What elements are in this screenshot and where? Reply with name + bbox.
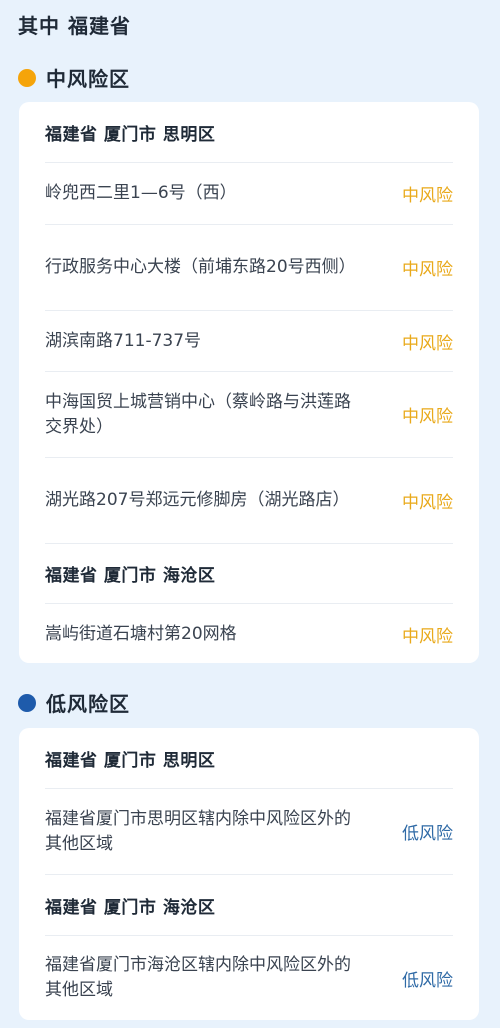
page-title: 其中 福建省 <box>18 14 131 38</box>
region-header: 福建省 厦门市 海沧区 <box>45 544 453 604</box>
low-risk-card: 福建省 厦门市 思明区 福建省厦门市思明区辖内除中风险区外的其他区域 低风险 福… <box>19 728 479 1020</box>
address-text: 行政服务中心大楼（前埔东路20号西侧） <box>45 257 356 277</box>
address-text: 嵩屿街道石塘村第20网格 <box>45 624 237 644</box>
risk-level-badge: 中风险 <box>402 407 453 427</box>
medium-risk-dot-icon <box>18 68 36 87</box>
address-text: 岭兜西二里1—6号（西） <box>45 183 237 203</box>
region-header: 福建省 厦门市 海沧区 <box>45 875 453 936</box>
section-heading-medium: 中风险区 <box>18 63 130 92</box>
risk-level-badge: 中风险 <box>402 260 453 280</box>
risk-level-badge: 中风险 <box>402 493 453 513</box>
section-heading-label: 中风险区 <box>46 67 130 91</box>
risk-level-badge: 中风险 <box>402 186 453 206</box>
risk-level-badge: 中风险 <box>402 627 453 647</box>
address-text: 福建省厦门市海沧区辖内除中风险区外的其他区域 <box>45 955 351 1000</box>
address-text: 中海国贸上城营销中心（蔡岭路与洪莲路交界处） <box>45 391 351 437</box>
region-header: 福建省 厦门市 思明区 <box>45 102 453 163</box>
list-item[interactable]: 湖光路207号郑远元修脚房（湖光路店） 中风险 <box>45 458 453 544</box>
section-heading-low: 低风险区 <box>18 688 130 717</box>
risk-level-badge: 低风险 <box>402 824 453 844</box>
list-item[interactable]: 湖滨南路711-737号 中风险 <box>45 311 453 372</box>
address-text: 湖滨南路711-737号 <box>45 330 202 351</box>
address-text: 福建省厦门市思明区辖内除中风险区外的其他区域 <box>45 808 351 854</box>
region-header: 福建省 厦门市 思明区 <box>45 728 453 789</box>
list-item[interactable]: 岭兜西二里1—6号（西） 中风险 <box>45 163 453 225</box>
risk-level-badge: 中风险 <box>402 333 453 354</box>
low-risk-dot-icon <box>18 693 36 712</box>
medium-risk-card: 福建省 厦门市 思明区 岭兜西二里1—6号（西） 中风险 行政服务中心大楼（前埔… <box>19 102 479 663</box>
list-item[interactable]: 福建省厦门市思明区辖内除中风险区外的其他区域 低风险 <box>45 789 453 875</box>
list-item[interactable]: 行政服务中心大楼（前埔东路20号西侧） 中风险 <box>45 225 453 311</box>
address-text: 湖光路207号郑远元修脚房（湖光路店） <box>45 490 350 510</box>
list-item[interactable]: 嵩屿街道石塘村第20网格 中风险 <box>45 604 453 665</box>
list-item[interactable]: 中海国贸上城营销中心（蔡岭路与洪莲路交界处） 中风险 <box>45 372 453 458</box>
list-item[interactable]: 福建省厦门市海沧区辖内除中风险区外的其他区域 低风险 <box>45 936 453 1020</box>
risk-level-badge: 低风险 <box>402 970 453 991</box>
section-heading-label: 低风险区 <box>46 692 130 716</box>
